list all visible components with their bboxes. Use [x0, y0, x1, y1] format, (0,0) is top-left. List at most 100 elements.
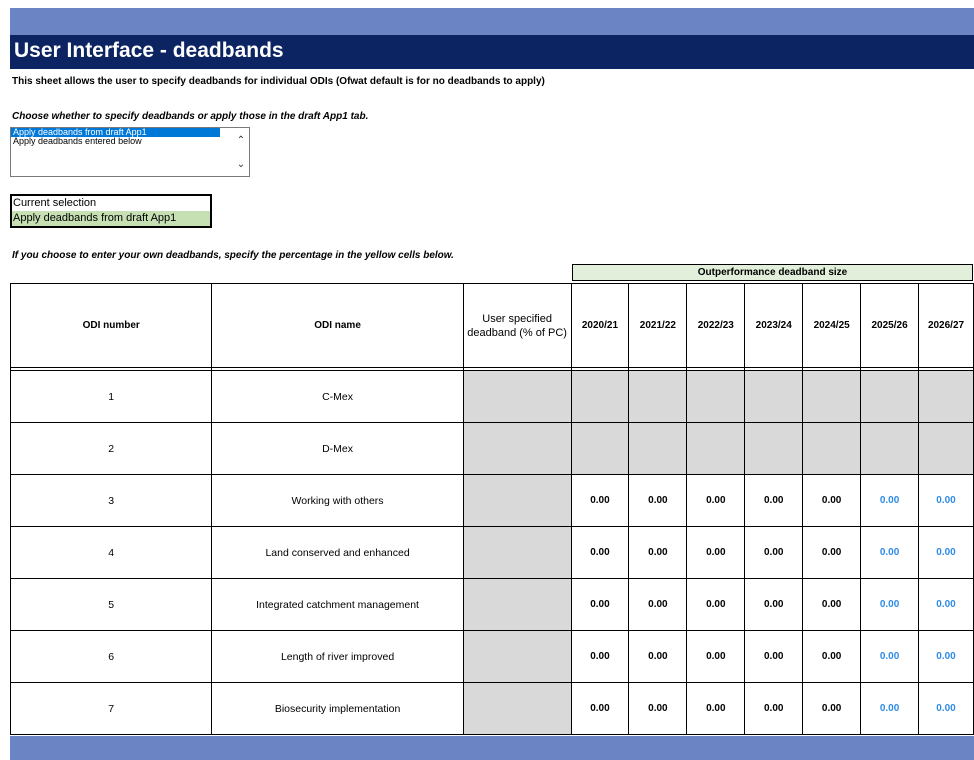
user-deadband-input-cell[interactable] [462, 526, 572, 579]
header-odi-number: ODI number [9, 283, 213, 368]
odi-number-cell: 4 [9, 526, 213, 579]
current-selection-label: Current selection [13, 197, 97, 209]
deadband-value-cell: 0.00 [570, 682, 630, 735]
deadband-value-cell: 0.00 [860, 578, 920, 631]
deadband-value-cell: 0.00 [802, 474, 862, 527]
table-row: 2 D-Mex [9, 422, 974, 475]
deadband-value-cell: 0.00 [628, 682, 688, 735]
header-year: 2023/24 [744, 283, 804, 368]
user-deadband-input-cell[interactable] [462, 422, 572, 475]
deadband-source-listbox[interactable]: Apply deadbands from draft App1 Apply de… [10, 127, 250, 177]
deadband-value-cell: 0.00 [628, 526, 688, 579]
current-selection-box: Current selection Apply deadbands from d… [10, 194, 212, 228]
deadband-value-cell: 0.00 [686, 630, 746, 683]
deadband-value-cell [802, 370, 862, 423]
deadband-value-cell: 0.00 [570, 474, 630, 527]
user-deadband-input-cell[interactable] [462, 630, 572, 683]
deadband-value-cell: 0.00 [628, 474, 688, 527]
deadband-value-cell: 0.00 [744, 474, 804, 527]
table-header-row: ODI number ODI name User specified deadb… [9, 283, 974, 368]
odi-name-cell: Integrated catchment management [211, 578, 464, 631]
own-deadbands-note: If you choose to enter your own deadband… [12, 250, 454, 261]
sheet-description: This sheet allows the user to specify de… [12, 76, 545, 87]
deadband-value-cell: 0.00 [918, 526, 974, 579]
table-row: 3 Working with others 0.00 0.00 0.00 0.00 0.00… [9, 474, 974, 527]
deadband-value-cell: 0.00 [570, 630, 630, 683]
deadband-value-cell: 0.00 [570, 526, 630, 579]
header-year: 2026/27 [918, 283, 974, 368]
listbox-scrollbar[interactable]: ⌃ ⌄ [233, 128, 249, 176]
deadband-value-cell: 0.00 [802, 526, 862, 579]
odi-number-cell: 5 [9, 578, 213, 631]
odi-name-cell: Land conserved and enhanced [211, 526, 464, 579]
deadband-value-cell: 0.00 [570, 578, 630, 631]
table-row: 1 C-Mex [9, 370, 974, 423]
deadband-value-cell: 0.00 [802, 682, 862, 735]
deadband-value-cell [628, 370, 688, 423]
deadband-value-cell: 0.00 [628, 630, 688, 683]
bottom-band [10, 736, 974, 760]
odi-number-cell: 1 [9, 370, 213, 423]
odi-name-cell: C-Mex [211, 370, 464, 423]
deadband-value-cell: 0.00 [860, 526, 920, 579]
header-year: 2020/21 [570, 283, 630, 368]
odi-name-cell: D-Mex [211, 422, 464, 475]
deadband-value-cell [628, 422, 688, 475]
header-year: 2021/22 [628, 283, 688, 368]
header-year: 2024/25 [802, 283, 862, 368]
deadband-value-cell: 0.00 [860, 682, 920, 735]
header-odi-name: ODI name [211, 283, 464, 368]
deadband-value-cell: 0.00 [918, 682, 974, 735]
odi-number-cell: 3 [9, 474, 213, 527]
deadband-value-cell [570, 370, 630, 423]
header-year: 2022/23 [686, 283, 746, 368]
odi-name-cell: Working with others [211, 474, 464, 527]
listbox-option-entered-below[interactable]: Apply deadbands entered below [11, 137, 220, 146]
deadband-value-cell [860, 370, 920, 423]
deadband-value-cell: 0.00 [860, 474, 920, 527]
deadband-value-cell: 0.00 [860, 630, 920, 683]
odi-number-cell: 7 [9, 682, 213, 735]
current-selection-value: Apply deadbands from draft App1 [12, 211, 210, 226]
deadband-value-cell [686, 370, 746, 423]
deadband-table: ODI number ODI name User specified deadb… [9, 283, 974, 735]
deadband-value-cell: 0.00 [686, 526, 746, 579]
header-user-specified: User specified deadband (% of PC) [462, 283, 572, 368]
user-deadband-input-cell[interactable] [462, 682, 572, 735]
deadband-value-cell [860, 422, 920, 475]
deadband-value-cell: 0.00 [744, 682, 804, 735]
page-title: User Interface - deadbands [10, 35, 974, 69]
deadband-value-cell [570, 422, 630, 475]
deadband-value-cell: 0.00 [802, 630, 862, 683]
user-deadband-input-cell[interactable] [462, 474, 572, 527]
chevron-down-icon[interactable]: ⌄ [233, 158, 249, 172]
deadband-value-cell: 0.00 [686, 578, 746, 631]
deadband-value-cell: 0.00 [744, 630, 804, 683]
deadband-value-cell [802, 422, 862, 475]
table-row: 6 Length of river improved 0.00 0.00 0.00 0.0… [9, 630, 974, 683]
outperformance-group-header: Outperformance deadband size [572, 264, 973, 281]
deadband-value-cell [744, 422, 804, 475]
user-deadband-input-cell[interactable] [462, 578, 572, 631]
top-band [10, 8, 974, 35]
deadband-value-cell: 0.00 [918, 630, 974, 683]
listbox-option-draft-app1[interactable]: Apply deadbands from draft App1 [11, 128, 220, 137]
chevron-up-icon[interactable]: ⌃ [233, 134, 249, 148]
deadband-value-cell [744, 370, 804, 423]
table-row: 4 Land conserved and enhanced 0.00 0.00 0.00… [9, 526, 974, 579]
deadband-value-cell: 0.00 [802, 578, 862, 631]
deadband-value-cell: 0.00 [628, 578, 688, 631]
deadband-value-cell: 0.00 [686, 682, 746, 735]
choose-prompt: Choose whether to specify deadbands or a… [12, 111, 369, 122]
table-row: 7 Biosecurity implementation 0.00 0.00 0.00 0… [9, 682, 974, 735]
deadband-value-cell [686, 422, 746, 475]
odi-number-cell: 6 [9, 630, 213, 683]
deadband-value-cell [918, 422, 974, 475]
odi-number-cell: 2 [9, 422, 213, 475]
header-year: 2025/26 [860, 283, 920, 368]
user-deadband-input-cell[interactable] [462, 370, 572, 423]
odi-name-cell: Length of river improved [211, 630, 464, 683]
deadband-value-cell: 0.00 [744, 526, 804, 579]
deadband-value-cell: 0.00 [744, 578, 804, 631]
deadband-value-cell [918, 370, 974, 423]
